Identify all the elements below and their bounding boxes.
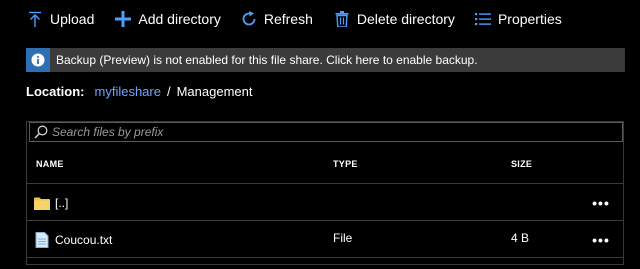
properties-button[interactable]: Properties (474, 10, 562, 28)
search-input[interactable] (50, 125, 594, 139)
properties-label: Properties (497, 11, 562, 27)
table-row[interactable]: [..] ••• (27, 184, 623, 221)
delete-directory-button[interactable]: Delete directory (333, 10, 455, 28)
refresh-button[interactable]: Refresh (240, 10, 313, 28)
banner-text: Backup (Preview) is not enabled for this… (56, 53, 478, 67)
row-name-cell[interactable]: Coucou.txt (33, 231, 112, 249)
upload-button[interactable]: Upload (26, 10, 94, 28)
location-label: Location: (26, 84, 85, 99)
trash-icon (333, 10, 351, 28)
breadcrumb-share-link[interactable]: myfileshare (95, 84, 161, 99)
more-actions-button[interactable]: ••• (591, 196, 611, 210)
list-icon (474, 10, 492, 28)
row-name: [..] (55, 196, 69, 210)
more-actions-button[interactable]: ••• (591, 233, 611, 247)
plus-icon (114, 10, 132, 28)
row-type: File (333, 231, 353, 245)
search-icon (32, 123, 50, 141)
breadcrumb-separator: / (166, 84, 171, 99)
column-header-name[interactable]: NAME (36, 159, 64, 169)
table-row[interactable]: Coucou.txt File 4 B ••• (27, 221, 623, 258)
backup-banner[interactable]: Backup (Preview) is not enabled for this… (26, 48, 625, 72)
column-header-type[interactable]: TYPE (333, 159, 358, 169)
refresh-label: Refresh (263, 11, 313, 27)
row-name: Coucou.txt (55, 233, 113, 247)
add-directory-button[interactable]: Add directory (114, 10, 221, 28)
breadcrumb-current-folder: Management (176, 84, 253, 99)
upload-label: Upload (50, 11, 95, 27)
refresh-icon (240, 10, 258, 28)
search-box[interactable] (29, 122, 623, 142)
table-header: NAME TYPE SIZE (27, 148, 623, 184)
delete-directory-label: Delete directory (356, 11, 455, 27)
row-size: 4 B (511, 231, 530, 245)
add-directory-label: Add directory (138, 11, 221, 27)
row-name-cell[interactable]: [..] (33, 194, 68, 212)
upload-icon (26, 10, 44, 28)
folder-icon (33, 194, 51, 212)
column-header-size[interactable]: SIZE (511, 159, 532, 169)
info-icon (26, 48, 50, 72)
document-icon (33, 231, 51, 249)
toolbar: Upload Add directory Refresh Delete dire… (0, 0, 640, 38)
breadcrumb: Location: myfileshare / Management (26, 84, 252, 99)
file-list-panel: NAME TYPE SIZE [..] ••• (26, 121, 624, 265)
